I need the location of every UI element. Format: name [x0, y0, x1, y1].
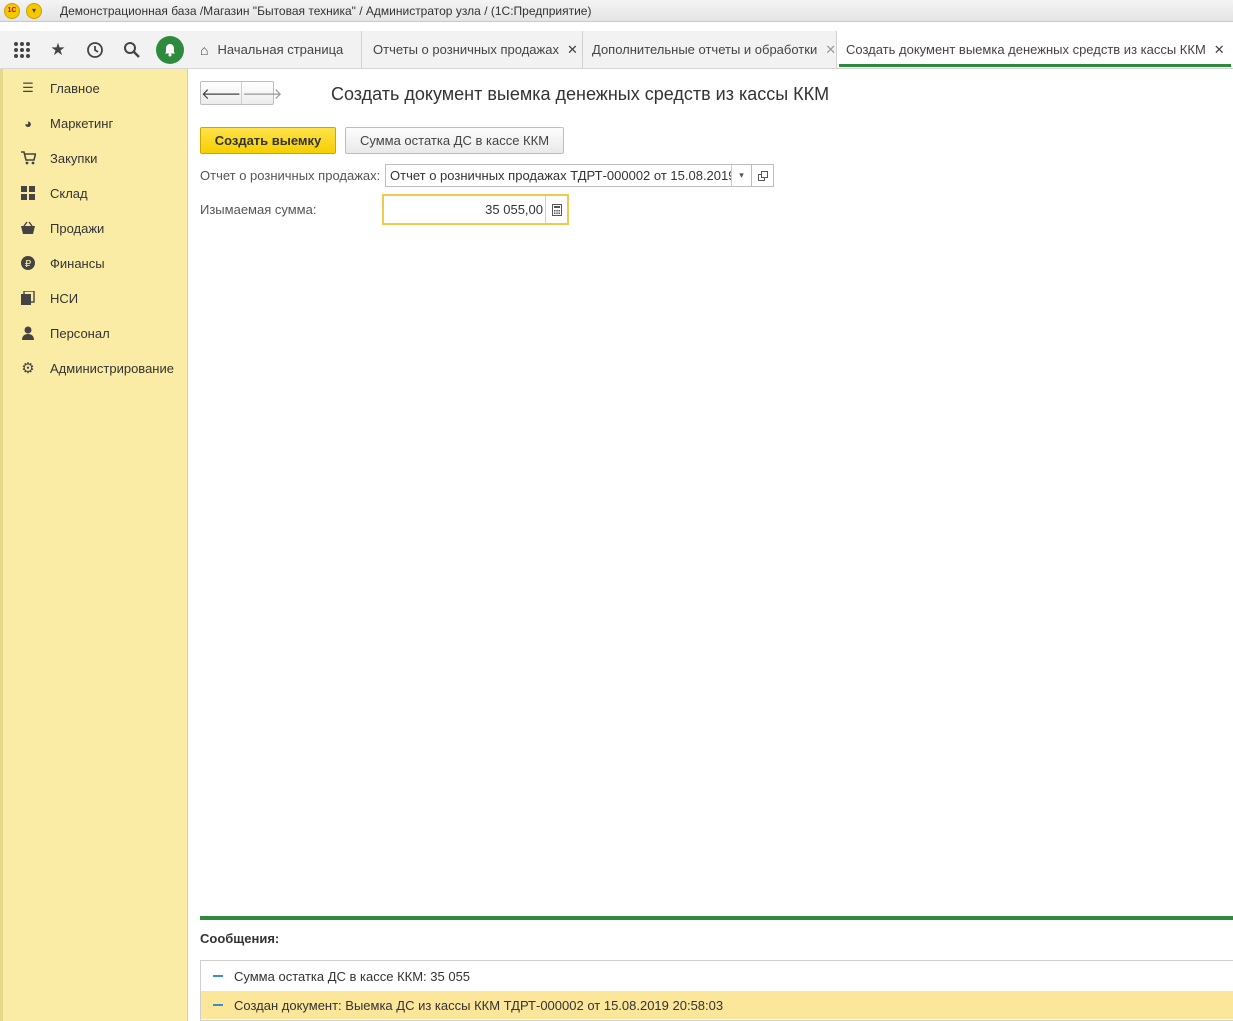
dropdown-arrow-icon[interactable]: ▾ — [731, 165, 751, 186]
sidebar-item-label: Продажи — [50, 220, 105, 236]
sidebar-item-sales[interactable]: Продажи — [20, 217, 104, 239]
ruble-icon: ₽ — [20, 255, 36, 271]
open-item-icon[interactable] — [751, 165, 773, 186]
close-tab-icon[interactable]: ✕ — [567, 42, 578, 58]
sidebar-item-main[interactable]: ☰ Главное — [20, 77, 100, 99]
apps-grid-icon[interactable] — [10, 38, 34, 62]
amount-field-label: Изымаемая сумма: — [200, 202, 317, 217]
notifications-bell-icon[interactable] — [156, 36, 184, 64]
forward-arrow-icon[interactable]: 🡒 — [241, 82, 282, 104]
basket-icon — [20, 220, 36, 236]
message-marker-icon — [213, 1004, 223, 1006]
tab-additional-reports[interactable]: Дополнительные отчеты и обработки ✕ — [583, 31, 837, 68]
report-field-value[interactable]: Отчет о розничных продажах ТДРТ-000002 о… — [386, 168, 731, 183]
tab-retail-reports[interactable]: Отчеты о розничных продажах ✕ — [362, 31, 583, 68]
history-navigation: 🡐 🡒 — [200, 81, 282, 105]
sidebar-item-staff[interactable]: Персонал — [20, 322, 110, 344]
message-marker-icon — [213, 975, 223, 977]
sidebar-item-marketing[interactable]: ◕ Маркетинг — [20, 112, 113, 134]
sidebar-item-label: Закупки — [50, 150, 98, 166]
favorites-star-icon[interactable]: ★ — [46, 38, 70, 62]
back-arrow-icon[interactable]: 🡐 — [201, 82, 241, 104]
window-title: Демонстрационная база /Магазин "Бытовая … — [60, 3, 592, 18]
tab-create-withdrawal[interactable]: Создать документ выемка денежных средств… — [837, 31, 1233, 68]
history-icon[interactable] — [83, 38, 107, 62]
page-title: Создать документ выемка денежных средств… — [331, 84, 830, 104]
gear-icon: ⚙ — [21, 360, 35, 377]
sidebar-item-warehouse[interactable]: Склад — [20, 182, 88, 204]
sidebar-item-nsi[interactable]: НСИ — [20, 287, 78, 309]
tab-label: Создать документ выемка денежных средств… — [846, 42, 1206, 57]
main-menu-dropdown-icon[interactable]: ▾ — [26, 2, 42, 19]
create-withdrawal-button[interactable]: Создать выемку — [200, 127, 336, 154]
warehouse-icon — [20, 185, 36, 201]
tab-label: Дополнительные отчеты и обработки — [592, 42, 818, 57]
amount-field[interactable]: 35 055,00 — [382, 194, 569, 225]
message-item-selected[interactable]: Создан документ: Выемка ДС из кассы ККМ … — [201, 991, 1233, 1019]
svg-text:₽: ₽ — [25, 259, 32, 270]
pie-chart-icon: ◕ — [24, 115, 32, 131]
sidebar-item-label: Главное — [50, 80, 100, 96]
message-text: Создан документ: Выемка ДС из кассы ККМ … — [234, 997, 724, 1013]
close-tab-icon[interactable]: ✕ — [825, 42, 836, 58]
messages-list: Сумма остатка ДС в кассе ККМ: 35 055 Соз… — [200, 960, 1233, 1021]
tab-home[interactable]: ⌂ Начальная страница — [188, 31, 362, 68]
sidebar-item-administration[interactable]: ⚙ Администрирование — [20, 357, 174, 379]
amount-field-value[interactable]: 35 055,00 — [384, 202, 545, 217]
calculator-icon[interactable] — [545, 196, 567, 223]
sidebar-item-label: НСИ — [50, 290, 79, 306]
sidebar-item-label: Администрирование — [50, 360, 174, 376]
report-field[interactable]: Отчет о розничных продажах ТДРТ-000002 о… — [385, 164, 774, 187]
message-item[interactable]: Сумма остатка ДС в кассе ККМ: 35 055 — [201, 962, 1233, 990]
reference-books-icon — [20, 290, 36, 306]
cart-icon — [20, 150, 36, 166]
sidebar-item-label: Склад — [50, 185, 88, 201]
window-title-bar: 1С ▾ Демонстрационная база /Магазин "Быт… — [0, 0, 1233, 22]
person-icon — [20, 325, 36, 341]
sidebar-item-purchases[interactable]: Закупки — [20, 147, 97, 169]
home-icon: ⌂ — [200, 41, 209, 58]
tab-label: Начальная страница — [217, 42, 344, 57]
tab-label: Отчеты о розничных продажах — [373, 42, 559, 57]
messages-title: Сообщения: — [200, 931, 280, 946]
active-tab-indicator — [839, 64, 1231, 67]
message-text: Сумма остатка ДС в кассе ККМ: 35 055 — [234, 968, 471, 984]
report-field-label: Отчет о розничных продажах: — [200, 168, 381, 183]
messages-divider — [200, 916, 1233, 920]
sidebar-item-label: Персонал — [50, 325, 110, 341]
sidebar-item-finance[interactable]: ₽ Финансы — [20, 252, 105, 274]
cash-balance-button[interactable]: Сумма остатка ДС в кассе ККМ — [345, 127, 564, 154]
menu-lines-icon: ☰ — [22, 80, 34, 95]
sidebar-item-label: Маркетинг — [50, 115, 114, 131]
app-logo-icon[interactable]: 1С — [4, 2, 20, 19]
sidebar-item-label: Финансы — [50, 255, 105, 271]
sections-sidebar: ☰ Главное ◕ Маркетинг Закупки Склад Прод… — [0, 69, 188, 1021]
close-tab-icon[interactable]: ✕ — [1214, 42, 1225, 58]
section-toolbar: ★ ⌂ Начальная страница Отчеты о розничны… — [0, 31, 1233, 69]
search-icon[interactable] — [120, 38, 144, 62]
